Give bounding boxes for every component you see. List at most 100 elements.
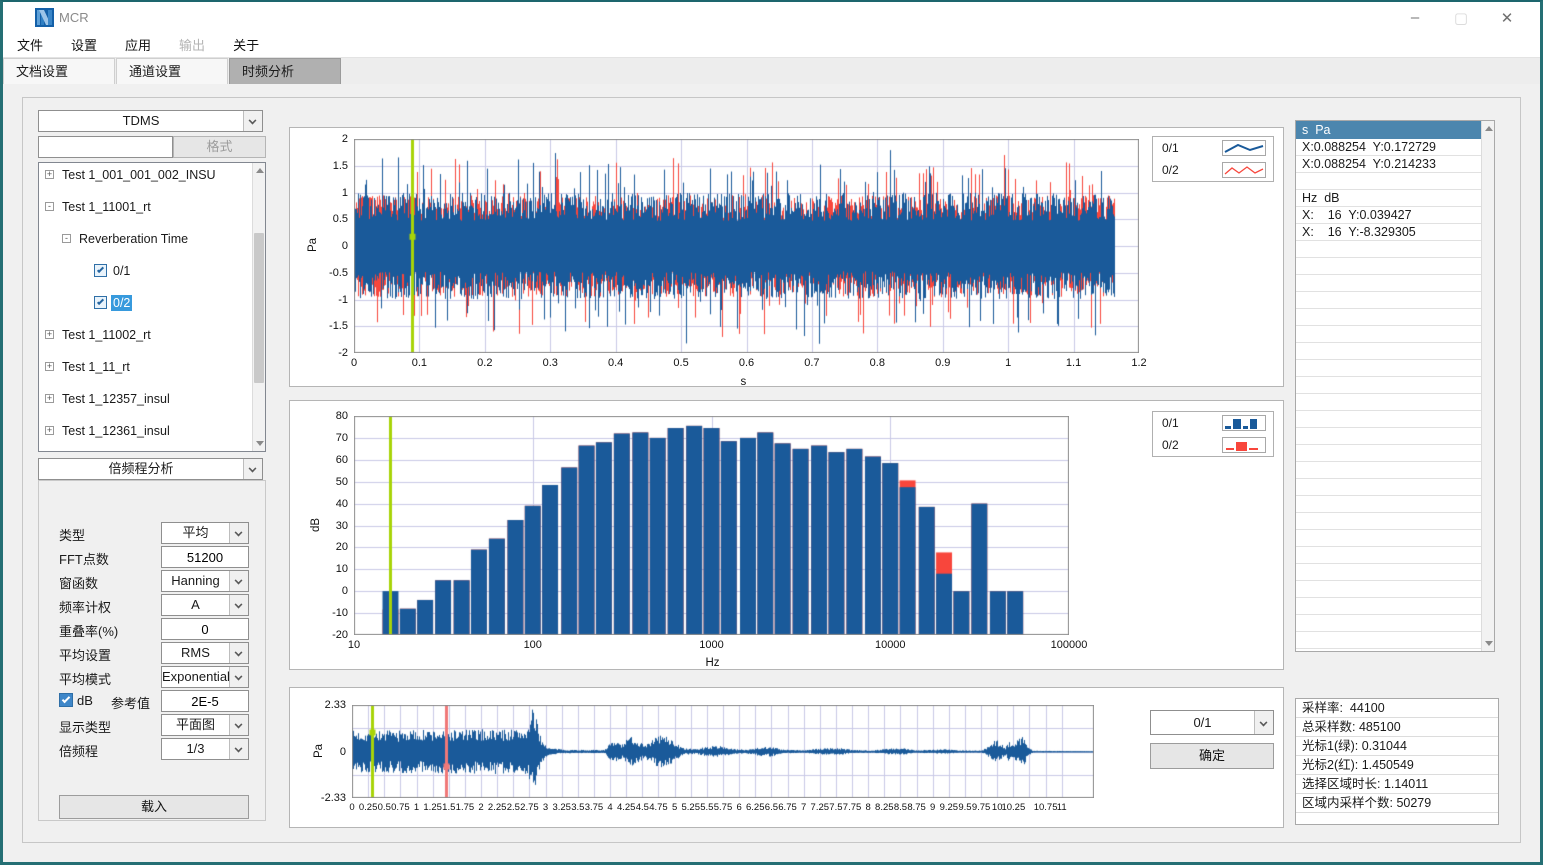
tab-0[interactable]: 文档设置 xyxy=(3,58,115,84)
file-format-select[interactable]: TDMS xyxy=(38,110,263,132)
full-record-waveform-canvas[interactable] xyxy=(352,705,1094,798)
time-waveform-canvas[interactable] xyxy=(354,139,1139,353)
chevron-down-icon xyxy=(229,739,248,759)
form-row-8: 显示类型 平面图 xyxy=(39,714,267,736)
tree-item-5[interactable]: +Test 1_11002_rt xyxy=(39,327,265,343)
tree-expander-icon[interactable]: - xyxy=(62,234,71,243)
legend-row[interactable]: 0/1 xyxy=(1153,412,1273,434)
tree-item-label: Test 1_11_rt xyxy=(60,359,132,375)
form-select-2[interactable]: Hanning xyxy=(161,570,249,592)
x-axis-label: s xyxy=(741,376,747,388)
form-input-7[interactable] xyxy=(161,690,249,712)
scroll-thumb[interactable] xyxy=(254,233,264,383)
form-select-3[interactable]: A xyxy=(161,594,249,616)
tree-item-7[interactable]: + Test 1_12357_insul xyxy=(39,391,265,407)
y-tick-label: 40 xyxy=(308,498,348,510)
tree-expander-icon[interactable]: + xyxy=(45,394,54,403)
record-waveform-panel: 2.330-2.3300.250.50.7511.251.51.7522.252… xyxy=(289,687,1284,828)
title-bar: MCR – ▢ ✕ xyxy=(3,2,1540,33)
tree-item-label: Test 1_12357_insul xyxy=(60,391,172,407)
form-label: 显示类型 xyxy=(59,717,111,736)
x-tick-label: 1.2 xyxy=(1119,357,1159,369)
form-select-0[interactable]: 平均 xyxy=(161,522,249,544)
record-stats-panel: 采样率: 44100总采样数: 485100光标1(绿): 0.31044光标2… xyxy=(1295,698,1499,825)
tab-1[interactable]: 通道设置 xyxy=(116,58,228,84)
tree-expander-icon[interactable]: + xyxy=(45,362,54,371)
legend-row[interactable]: 0/1 xyxy=(1153,137,1273,159)
tree-expander-icon[interactable]: + xyxy=(45,170,54,179)
tree-item-8[interactable]: +Test 1_12361_insul xyxy=(39,423,265,439)
scroll-up-icon[interactable] xyxy=(1485,126,1493,131)
db-checkbox[interactable] xyxy=(59,693,73,707)
octave-spectrum-canvas[interactable] xyxy=(354,416,1069,635)
y-tick-label: 80 xyxy=(308,410,348,422)
tree-item-0[interactable]: + Test 1_001_001_002_INSU xyxy=(39,167,265,183)
form-select-6[interactable]: Exponential xyxy=(161,666,249,688)
confirm-button[interactable]: 确定 xyxy=(1150,743,1274,769)
chevron-down-icon xyxy=(229,571,248,591)
tab-2[interactable]: 时频分析 xyxy=(229,58,341,84)
check-icon xyxy=(97,298,104,305)
channel-select[interactable]: 0/1 xyxy=(1150,710,1274,735)
stats-row: 区域内采样个数: 50279 xyxy=(1296,794,1498,813)
tree-expander-icon[interactable]: + xyxy=(45,330,54,339)
chevron-down-icon xyxy=(1254,711,1273,734)
chevron-down-icon xyxy=(229,523,248,543)
x-tick-label: 1000 xyxy=(692,639,732,651)
readout-row xyxy=(1296,292,1494,309)
menu-item-2[interactable]: 应用 xyxy=(111,33,165,58)
stats-row: 采样率: 44100 xyxy=(1296,699,1498,718)
menu-bar: 文件设置应用输出关于 xyxy=(3,33,1540,58)
analysis-type-select[interactable]: 倍频程分析 xyxy=(38,458,263,480)
tree-item-1[interactable]: -Test 1_11001_rt xyxy=(39,199,265,215)
tree-expander-icon[interactable]: - xyxy=(45,202,54,211)
check-icon xyxy=(97,266,104,273)
load-button[interactable]: 载入 xyxy=(59,795,249,819)
tree-checkbox[interactable] xyxy=(94,264,107,277)
tree-scrollbar[interactable] xyxy=(252,163,265,451)
readout-scrollbar[interactable] xyxy=(1481,121,1494,651)
readout-row xyxy=(1296,615,1494,632)
readout-row xyxy=(1296,258,1494,275)
form-label: 类型 xyxy=(59,525,85,544)
tree-item-6[interactable]: + Test 1_11_rt xyxy=(39,359,265,375)
minimize-button[interactable]: – xyxy=(1392,2,1438,33)
tree-item-3[interactable]: 0/1 xyxy=(39,263,265,279)
readout-row: X:0.088254 Y:0.214233 xyxy=(1296,156,1494,173)
y-axis-label: Pa xyxy=(313,743,325,757)
tree-checkbox[interactable] xyxy=(94,296,107,309)
form-input-1[interactable] xyxy=(161,546,249,568)
tree-item-2[interactable]: -Reverberation Time xyxy=(39,231,265,247)
scroll-down-icon[interactable] xyxy=(1485,641,1493,646)
menu-item-0[interactable]: 文件 xyxy=(3,33,57,58)
maximize-button[interactable]: ▢ xyxy=(1438,2,1484,33)
form-input-4[interactable] xyxy=(161,618,249,640)
form-select-8[interactable]: 平面图 xyxy=(161,714,249,736)
tree-item-4[interactable]: 0/2 xyxy=(39,295,265,311)
tree-item-label: Test 1_001_001_002_INSU xyxy=(60,167,218,183)
readout-row xyxy=(1296,479,1494,496)
readout-row xyxy=(1296,598,1494,615)
menu-item-4[interactable]: 关于 xyxy=(219,33,273,58)
y-tick-label: 1 xyxy=(308,187,348,199)
file-tree: + Test 1_001_001_002_INSU -Test 1_11001_rt… xyxy=(38,162,266,452)
x-tick-label: 0.5 xyxy=(661,357,701,369)
y-tick-label: 0 xyxy=(306,746,346,758)
menu-item-1[interactable]: 设置 xyxy=(57,33,111,58)
legend-row[interactable]: 0/2 xyxy=(1153,434,1273,456)
close-button[interactable]: ✕ xyxy=(1484,2,1530,33)
legend-row[interactable]: 0/2 xyxy=(1153,159,1273,181)
scroll-up-icon[interactable] xyxy=(256,168,264,173)
readout-row xyxy=(1296,377,1494,394)
tree-expander-icon[interactable]: + xyxy=(45,426,54,435)
form-select-9[interactable]: 1/3 xyxy=(161,738,249,760)
readout-row: X: 16 Y:0.039427 xyxy=(1296,207,1494,224)
form-select-5[interactable]: RMS xyxy=(161,642,249,664)
menu-item-3[interactable]: 输出 xyxy=(165,33,219,58)
x-tick-label: 100 xyxy=(513,639,553,651)
scroll-down-icon[interactable] xyxy=(256,441,264,446)
form-select-value: 平均 xyxy=(162,523,229,543)
filter-input[interactable] xyxy=(38,136,173,158)
format-button[interactable]: 格式 xyxy=(173,136,266,158)
analysis-settings-form: 类型平均FFT点数窗函数Hanning频率计权A重叠率(%)平均设置RMS平均模… xyxy=(38,480,266,821)
